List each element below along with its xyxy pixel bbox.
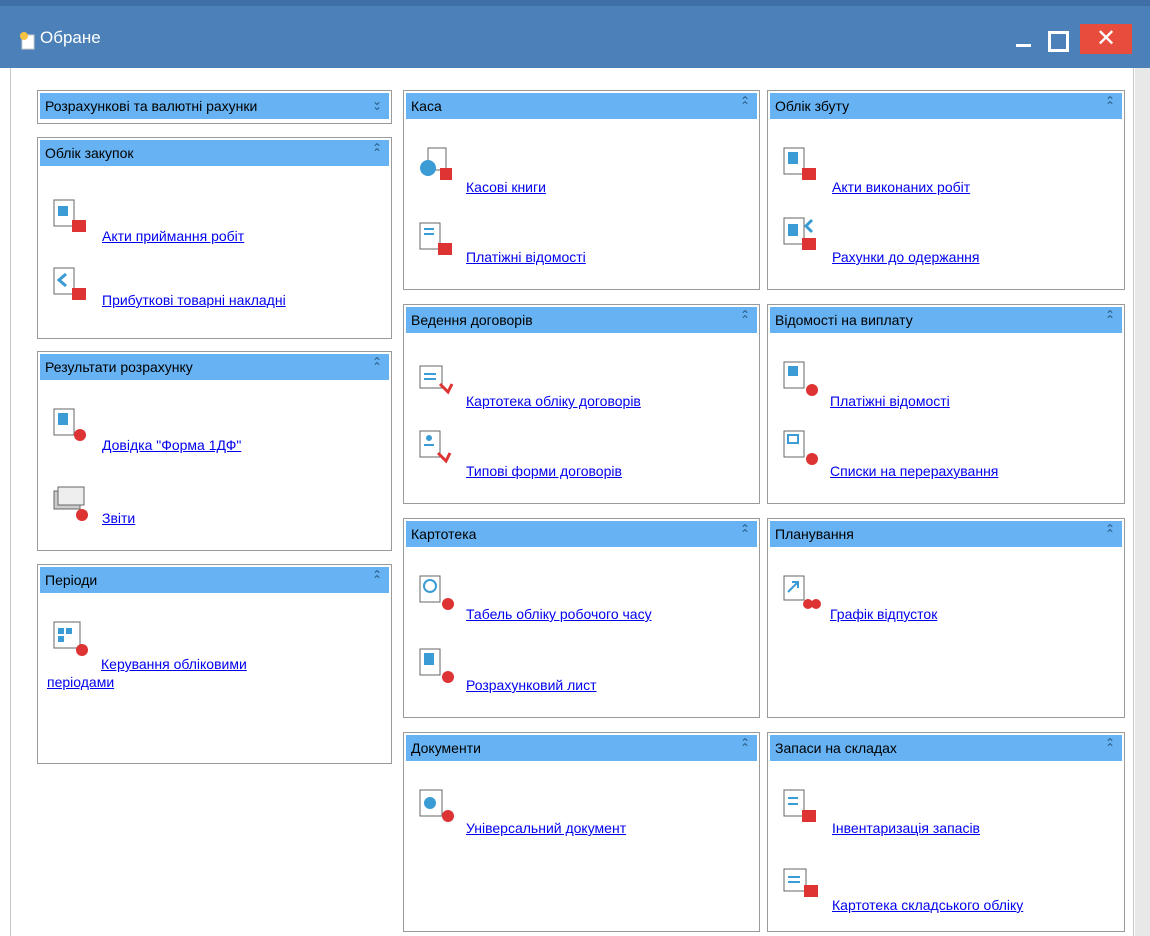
link-inventaryzatsiia[interactable]: Інвентаризація запасів [832, 820, 980, 836]
panel-header[interactable]: Облік збуту ⌃ ⌃ [770, 93, 1122, 119]
panel-title: Облік збуту [775, 98, 850, 114]
link-rozrakhunkovyi-lyst[interactable]: Розрахунковий лист [466, 677, 597, 693]
incoming-invoice-icon [53, 267, 86, 300]
acceptance-act-icon [53, 199, 86, 232]
panel-planuvannia: Планування ⌃ ⌃ Графік відпусток [767, 518, 1125, 718]
form-1df-icon [53, 408, 86, 441]
panel-title: Результати розрахунку [45, 359, 193, 375]
panel-title: Картотека [411, 526, 477, 542]
panel-title: Запаси на складах [775, 740, 897, 756]
double-chevron-up-icon[interactable]: ⌃ ⌃ [1104, 95, 1116, 112]
panel-header[interactable]: Каса ⌃ ⌃ [406, 93, 757, 119]
link-akty-pryimannia[interactable]: Акти приймання робіт [102, 228, 244, 244]
link-kartoteka-dohovoriv[interactable]: Картотека обліку договорів [466, 393, 641, 409]
panel-header[interactable]: Періоди ⌃ ⌃ [40, 567, 389, 593]
warehouse-file-icon [783, 868, 818, 897]
maximize-button[interactable] [1042, 24, 1070, 54]
cash-book-icon [420, 147, 452, 180]
link-akty-vykonanykh[interactable]: Акти виконаних робіт [832, 179, 970, 195]
close-button[interactable]: ✕ [1080, 24, 1132, 54]
panel-header[interactable]: Запаси на складах ⌃ ⌃ [770, 735, 1122, 761]
panel-header[interactable]: Розрахункові та валютні рахунки ⌄ ⌄ [40, 93, 389, 119]
link-typovi-formy[interactable]: Типові форми договорів [466, 463, 622, 479]
link-kartoteka-skladskoho[interactable]: Картотека складського обліку [832, 897, 1023, 913]
link-platizhni-vidomosti[interactable]: Платіжні відомості [466, 249, 586, 265]
link-vyplata-platizhni[interactable]: Платіжні відомості [830, 393, 950, 409]
vacation-schedule-icon [783, 575, 821, 609]
panel-title: Облік закупок [45, 145, 134, 161]
double-chevron-up-icon[interactable]: ⌃ ⌃ [739, 95, 751, 112]
panel-title: Відомості на виплату [775, 312, 913, 328]
double-chevron-up-icon[interactable]: ⌃ ⌃ [371, 569, 383, 586]
double-chevron-up-icon[interactable]: ⌃ ⌃ [371, 142, 383, 159]
favorites-icon [20, 32, 35, 50]
window-title: Обране [40, 28, 101, 47]
panel-vyplata: Відомості на виплату ⌃ ⌃ Платіжні відомос… [767, 304, 1125, 504]
panel-zapasy: Запаси на складах ⌃ ⌃ Інвентаризація запа… [767, 732, 1125, 932]
link-tabel[interactable]: Табель обліку робочого часу [466, 606, 652, 622]
panel-header[interactable]: Відомості на виплату ⌃ ⌃ [770, 307, 1122, 333]
panel-header[interactable]: Облік закупок ⌃ ⌃ [40, 140, 389, 166]
timesheet-icon [419, 575, 454, 610]
panel-header[interactable]: Планування ⌃ ⌃ [770, 521, 1122, 547]
reports-icon [53, 486, 88, 521]
payment-sheet-icon [419, 222, 452, 255]
contract-file-icon [419, 365, 454, 395]
completed-works-icon [783, 147, 816, 180]
double-chevron-up-icon[interactable]: ⌃ ⌃ [739, 737, 751, 754]
inventory-icon [783, 789, 816, 822]
panel-title: Планування [775, 526, 854, 542]
link-hrafik-vidpustok[interactable]: Графік відпусток [830, 606, 937, 622]
panel-title: Документи [411, 740, 481, 756]
double-chevron-up-icon[interactable]: ⌃ ⌃ [371, 356, 383, 373]
double-chevron-down-icon[interactable]: ⌄ ⌄ [371, 95, 383, 112]
panel-oblik-zakupok: Облік закупок ⌃ ⌃ Акти приймання робіт Пр… [37, 137, 392, 339]
panel-header[interactable]: Документи ⌃ ⌃ [406, 735, 757, 761]
close-icon: ✕ [1095, 25, 1117, 52]
panel-oblik-zbutu: Облік збуту ⌃ ⌃ Акти виконаних робіт Раху… [767, 90, 1125, 290]
link-dovidka-1df[interactable]: Довідка "Форма 1ДФ" [102, 437, 241, 453]
panel-title: Каса [411, 98, 442, 114]
panel-rezultaty: Результати розрахунку ⌃ ⌃ Довідка "Форма … [37, 351, 392, 551]
link-universalnyi-dokument[interactable]: Універсальний документ [466, 820, 626, 836]
panel-kasa: Каса ⌃ ⌃ Касові книги Платіжні відомості [403, 90, 760, 290]
universal-document-icon [419, 789, 454, 822]
panel-header[interactable]: Ведення договорів ⌃ ⌃ [406, 307, 757, 333]
link-spysky-perekhuvannia[interactable]: Списки на перерахування [830, 463, 998, 479]
double-chevron-up-icon[interactable]: ⌃ ⌃ [739, 309, 751, 326]
window-edge [1135, 68, 1150, 936]
panel-dokumenty: Документи ⌃ ⌃ Універсальний документ [403, 732, 760, 932]
panel-dohovory: Ведення договорів ⌃ ⌃ Картотека обліку до… [403, 304, 760, 504]
panel-rozrakhunkovi: Розрахункові та валютні рахунки ⌄ ⌄ [37, 90, 392, 124]
double-chevron-up-icon[interactable]: ⌃ ⌃ [739, 523, 751, 540]
panel-header[interactable]: Картотека ⌃ ⌃ [406, 521, 757, 547]
payslip-icon [419, 648, 454, 683]
panel-periody: Періоди ⌃ ⌃ Керування обліковими періодам… [37, 564, 392, 764]
transfer-list-icon [783, 430, 818, 465]
double-chevron-up-icon[interactable]: ⌃ ⌃ [1104, 309, 1116, 326]
link-keruvannia-periodamy-line1[interactable]: Керування обліковими [101, 656, 247, 672]
minimize-button[interactable] [1010, 24, 1038, 54]
panel-title: Ведення договорів [411, 312, 533, 328]
link-kasovi-knyhy[interactable]: Касові книги [466, 179, 546, 195]
panel-title: Розрахункові та валютні рахунки [45, 98, 258, 114]
double-chevron-up-icon[interactable]: ⌃ ⌃ [1104, 737, 1116, 754]
link-keruvannia-periodamy-line2[interactable]: періодами [47, 674, 114, 690]
double-chevron-up-icon[interactable]: ⌃ ⌃ [1104, 523, 1116, 540]
link-rakhunky-oderzhannia[interactable]: Рахунки до одержання [832, 249, 980, 265]
panel-header[interactable]: Результати розрахунку ⌃ ⌃ [40, 354, 389, 380]
link-zvity[interactable]: Звіти [102, 510, 135, 526]
calendar-periods-icon [53, 621, 88, 656]
payroll-sheet-icon [783, 361, 818, 396]
contract-template-icon [419, 430, 452, 464]
window-titlebar: Обране ✕ [0, 0, 1150, 68]
panel-kartoteka: Картотека ⌃ ⌃ Табель обліку робочого часу… [403, 518, 760, 718]
receivables-icon [783, 217, 816, 250]
panel-title: Періоди [45, 572, 98, 588]
link-prybutkovi-nakladni[interactable]: Прибуткові товарні накладні [102, 292, 286, 308]
